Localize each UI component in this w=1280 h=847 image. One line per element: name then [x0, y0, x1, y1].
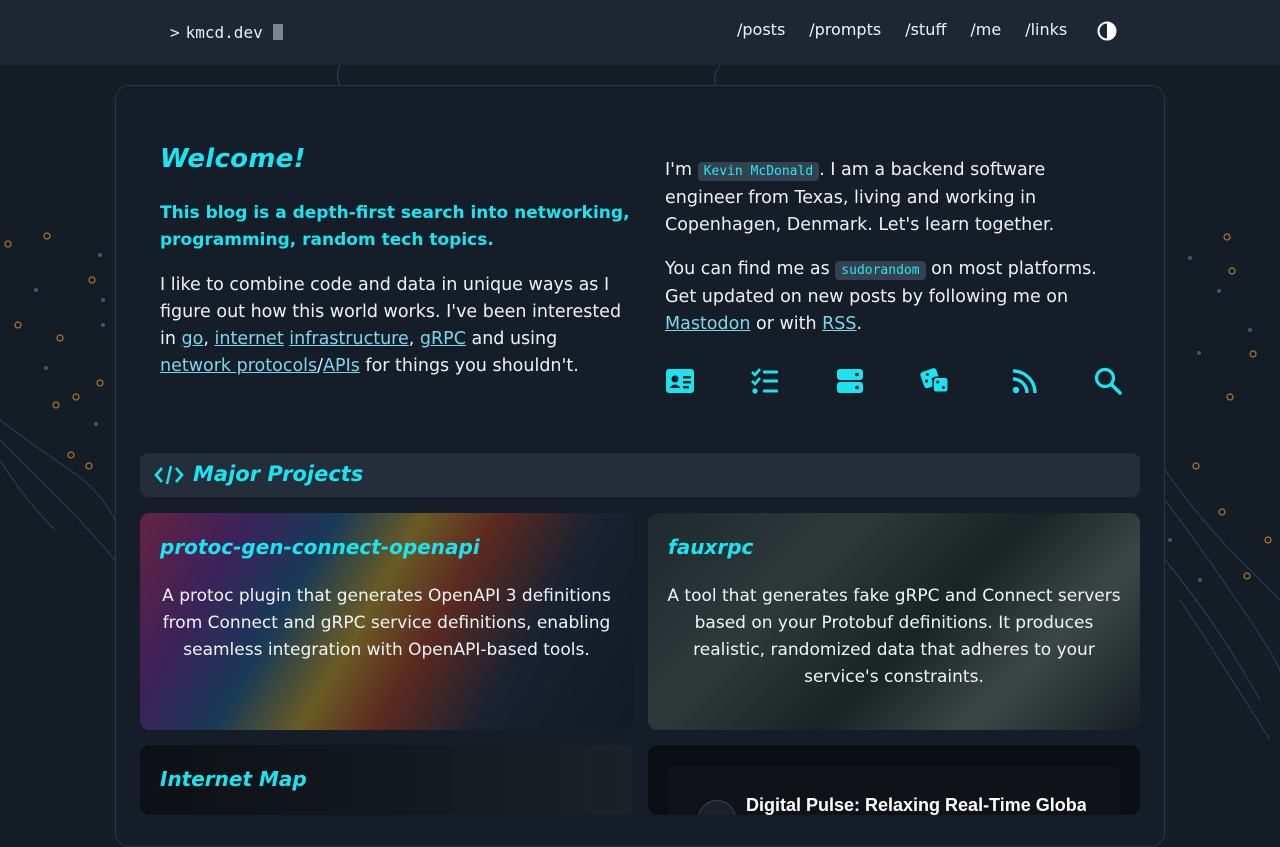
intro-paragraph: I like to combine code and data in uniqu…: [160, 272, 625, 380]
welcome-heading: Welcome!: [160, 144, 306, 174]
name-code: Kevin McDonald: [697, 162, 820, 181]
apis-link[interactable]: APIs: [323, 356, 360, 376]
go-link[interactable]: go: [182, 329, 204, 349]
handle-code: sudorandom: [835, 261, 926, 280]
channel-avatar: [698, 800, 736, 815]
video-embed[interactable]: Digital Pulse: Relaxing Real-Time Global…: [668, 765, 1120, 815]
nav-links-link[interactable]: /links: [1025, 20, 1067, 39]
follow-text: .: [856, 314, 863, 334]
rss-link[interactable]: RSS: [822, 314, 856, 334]
project-card-internet-map[interactable]: Internet Map: [140, 745, 633, 815]
separator: ,: [408, 329, 420, 349]
site-brand-link[interactable]: > kmcd.dev: [170, 20, 283, 44]
project-card-fauxrpc[interactable]: fauxrpc A tool that generates fake gRPC …: [648, 513, 1140, 730]
project-description: A protoc plugin that generates OpenAPI 3…: [162, 586, 611, 660]
project-title[interactable]: fauxrpc: [668, 535, 753, 559]
follow-text: You can find me as: [665, 259, 836, 279]
nav-prompts-link[interactable]: /prompts: [809, 20, 881, 39]
video-title[interactable]: Digital Pulse: Relaxing Real-Time Global…: [746, 795, 1086, 815]
nav-stuff-link[interactable]: /stuff: [905, 20, 946, 39]
project-description: A tool that generates fake gRPC and Conn…: [667, 586, 1121, 687]
main-nav: /posts /prompts /stuff /me /links: [737, 20, 1091, 39]
separator: ,: [203, 329, 215, 349]
mastodon-link[interactable]: Mastodon: [665, 314, 750, 334]
prompt-symbol: >: [170, 22, 180, 42]
major-projects-header: Major Projects: [140, 453, 1140, 497]
server-icon[interactable]: [835, 366, 865, 396]
rss-icon[interactable]: [1010, 366, 1040, 396]
code-icon: [154, 465, 184, 485]
major-projects-title: Major Projects: [193, 462, 364, 486]
top-navigation-bar: > kmcd.dev /posts /prompts /stuff /me /l…: [0, 0, 1280, 65]
contact-card-icon[interactable]: [665, 366, 695, 396]
theme-toggle-icon[interactable]: [1096, 20, 1118, 42]
grpc-link[interactable]: gRPC: [420, 329, 466, 349]
follow-text: or with: [750, 314, 823, 334]
about-text: I'm: [665, 160, 698, 180]
blog-tagline: This blog is a depth-first search into n…: [160, 203, 630, 250]
dice-icon[interactable]: [920, 366, 950, 396]
intro-text: for things you shouldn't.: [359, 356, 579, 376]
quick-links-icons: [665, 366, 1125, 396]
nav-me-link[interactable]: /me: [970, 20, 1001, 39]
project-title[interactable]: protoc-gen-connect-openapi: [160, 535, 480, 559]
network-protocols-link[interactable]: network protocols: [160, 356, 317, 376]
checklist-icon[interactable]: [750, 366, 780, 396]
infrastructure-link[interactable]: infrastructure: [289, 329, 408, 349]
internet-link[interactable]: internet: [215, 329, 284, 349]
site-name: kmcd.dev: [185, 22, 263, 42]
project-card-protoc-gen-connect-openapi[interactable]: protoc-gen-connect-openapi A protoc plug…: [140, 513, 633, 730]
follow-paragraph: You can find me as sudorandom on most pl…: [665, 256, 1115, 338]
intro-text: and using: [465, 329, 558, 349]
project-card-video[interactable]: Digital Pulse: Relaxing Real-Time Global…: [648, 745, 1140, 815]
about-paragraph: I'm Kevin McDonald. I am a backend softw…: [665, 157, 1105, 239]
search-icon[interactable]: [1093, 366, 1123, 396]
nav-posts-link[interactable]: /posts: [737, 20, 785, 39]
terminal-cursor-icon: [272, 24, 283, 40]
project-title[interactable]: Internet Map: [160, 767, 307, 791]
